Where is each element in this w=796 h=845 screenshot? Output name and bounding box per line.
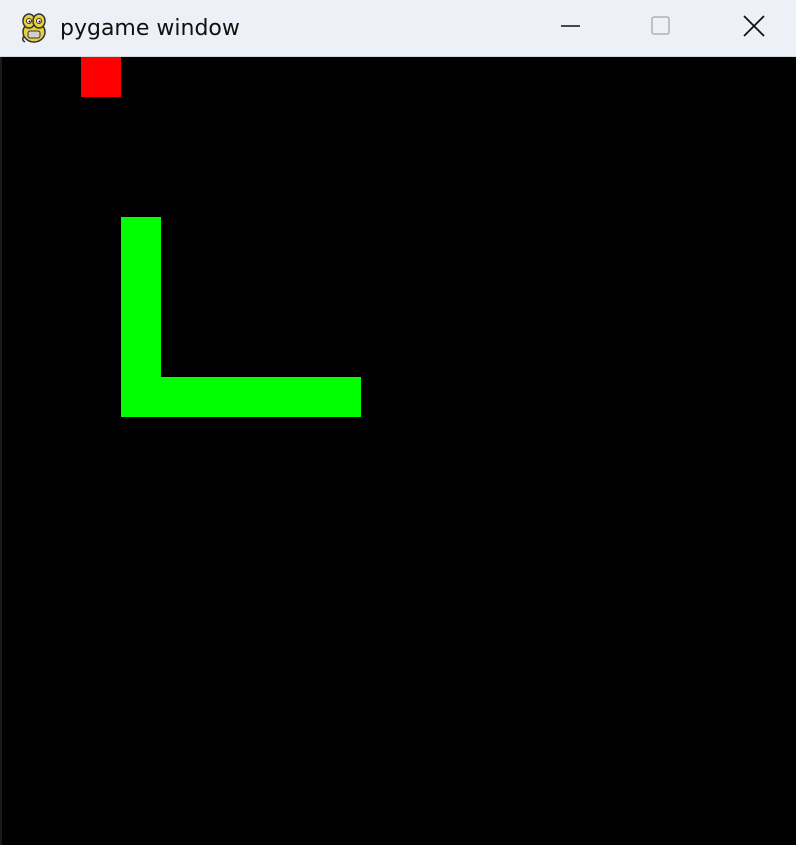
window-border — [0, 57, 2, 845]
pygame-snake-icon — [19, 12, 49, 44]
minimize-button[interactable] — [541, 0, 601, 57]
maximize-button[interactable] — [631, 0, 691, 57]
snake-segment — [161, 377, 201, 417]
snake-head — [321, 377, 361, 417]
minimize-icon — [561, 25, 580, 27]
snake-segment — [121, 217, 161, 257]
title-bar[interactable]: pygame window — [0, 0, 796, 57]
food-apple — [81, 57, 121, 97]
snake-segment — [121, 377, 161, 417]
snake-segment — [241, 377, 281, 417]
snake-segment — [281, 377, 321, 417]
game-canvas[interactable] — [0, 57, 796, 845]
snake-segment — [121, 257, 161, 297]
close-button[interactable] — [724, 0, 784, 57]
snake-segment — [121, 337, 161, 377]
pygame-window: pygame window — [0, 0, 796, 845]
snake-segment — [121, 297, 161, 337]
window-title: pygame window — [60, 16, 240, 41]
snake-segment — [201, 377, 241, 417]
close-icon — [743, 15, 765, 37]
maximize-icon — [651, 16, 670, 35]
